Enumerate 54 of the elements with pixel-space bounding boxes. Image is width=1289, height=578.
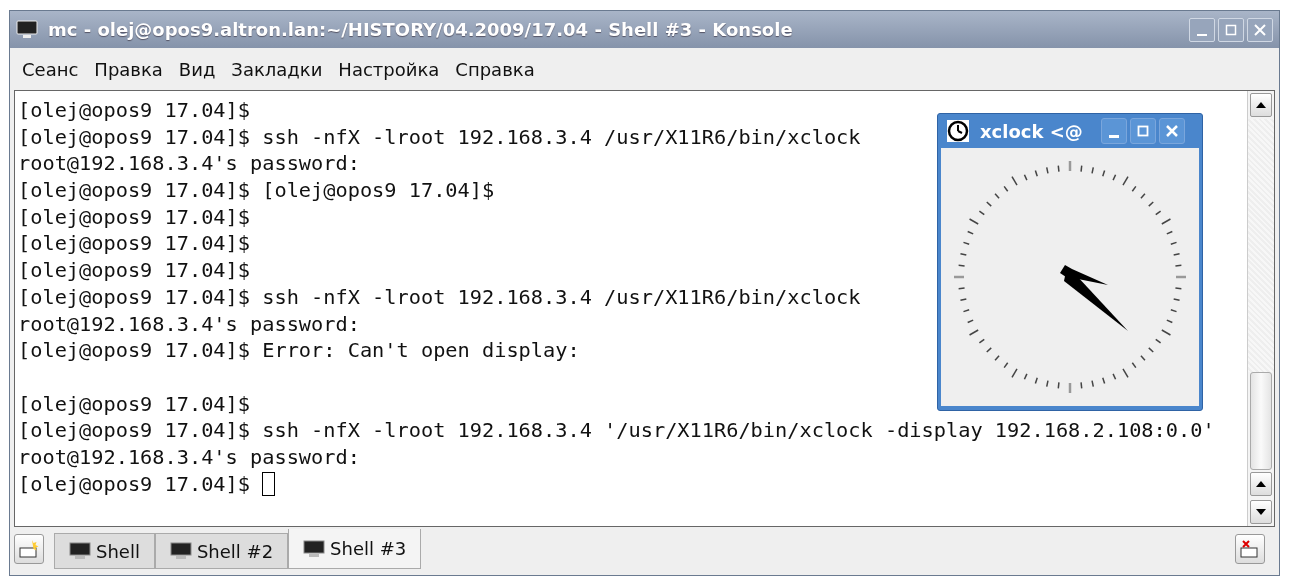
close-button[interactable] — [1159, 118, 1185, 144]
maximize-icon — [1136, 124, 1150, 138]
menu-item[interactable]: Правка — [88, 58, 169, 80]
terminal-line: [olej@opos9 17.04]$ [olej@opos9 17.04]$ — [18, 177, 495, 204]
terminal-line: [olej@opos9 17.04]$ Error: Can't open display: — [18, 337, 580, 364]
close-session-button[interactable] — [1235, 534, 1265, 564]
window-title: mc - olej@opos9.altron.lan:~/HISTORY/04.2009/17.04 - Shell #3 - Konsole — [48, 19, 794, 40]
window-title: xclock <@ — [980, 120, 1084, 142]
terminal-line: root@192.168.3.4's password: — [18, 310, 360, 338]
maximize-button[interactable] — [1130, 118, 1156, 144]
scroll-up-button[interactable] — [1250, 472, 1272, 496]
clock-icon — [947, 120, 969, 142]
new-session-button[interactable] — [14, 534, 44, 564]
maximize-icon — [1224, 22, 1238, 37]
close-session-icon — [1239, 539, 1261, 559]
session-tab[interactable]: Shell #2 — [154, 533, 289, 569]
up-arrow-icon — [1255, 480, 1267, 488]
up-arrow-icon — [1255, 101, 1267, 109]
monitor-icon — [69, 542, 91, 560]
scrollbar[interactable] — [1247, 91, 1274, 526]
down-arrow-icon — [1255, 508, 1267, 516]
minimize-icon — [1109, 134, 1119, 138]
terminal-line: [olej@opos9 17.04]$ ssh -nfX -lroot 192.168.3.4 /usr/X11R6/bin/xclock — [18, 123, 861, 151]
menu-item[interactable]: Настройка — [332, 58, 446, 80]
monitor-icon — [16, 19, 38, 40]
terminal-line: [olej@opos9 17.04]$ ssh -nfX -lroot 192.168.3.4 /usr/X11R6/bin/xclock — [18, 283, 861, 311]
scroll-down-button[interactable] — [1250, 500, 1272, 524]
terminal-line: [olej@opos9 17.04]$ — [18, 390, 250, 418]
monitor-icon — [169, 542, 192, 560]
close-icon — [1253, 22, 1267, 37]
terminal-line: [olej@opos9 17.04]$ — [18, 257, 250, 284]
terminal-line: [olej@opos9 17.04]$ — [18, 470, 250, 498]
session-tab[interactable]: Shell — [54, 533, 155, 569]
minimize-icon — [1197, 33, 1207, 36]
terminal-line: root@192.168.3.4's password: — [18, 150, 360, 178]
scroll-up-button[interactable] — [1250, 93, 1272, 117]
scroll-thumb[interactable] — [1250, 372, 1272, 470]
terminal-line: [olej@opos9 17.04]$ — [18, 230, 250, 258]
minimize-button[interactable] — [1101, 118, 1127, 144]
terminal-line: [olej@opos9 17.04]$ — [18, 97, 250, 124]
new-session-icon — [18, 539, 40, 559]
minimize-button[interactable] — [1189, 17, 1215, 42]
close-button[interactable] — [1247, 17, 1273, 42]
maximize-button[interactable] — [1218, 17, 1244, 42]
menu-item[interactable]: Справка — [449, 58, 541, 80]
menu-item[interactable]: Сеанс — [16, 58, 85, 80]
terminal-line: [olej@opos9 17.04]$ — [18, 203, 250, 231]
menu-item[interactable]: Закладки — [225, 58, 329, 80]
terminal-line: [olej@opos9 17.04]$ ssh -nfX -lroot 192.168.3.4 '/usr/X11R6/bin/xclock -display 192.168.2.108:0.0' — [18, 417, 1215, 444]
close-icon — [1165, 124, 1179, 138]
terminal-line: root@192.168.3.4's password: — [18, 443, 360, 471]
session-tab[interactable]: Shell #3 — [288, 529, 422, 569]
menu-item[interactable]: Вид — [172, 58, 222, 80]
monitor-icon — [303, 539, 326, 558]
